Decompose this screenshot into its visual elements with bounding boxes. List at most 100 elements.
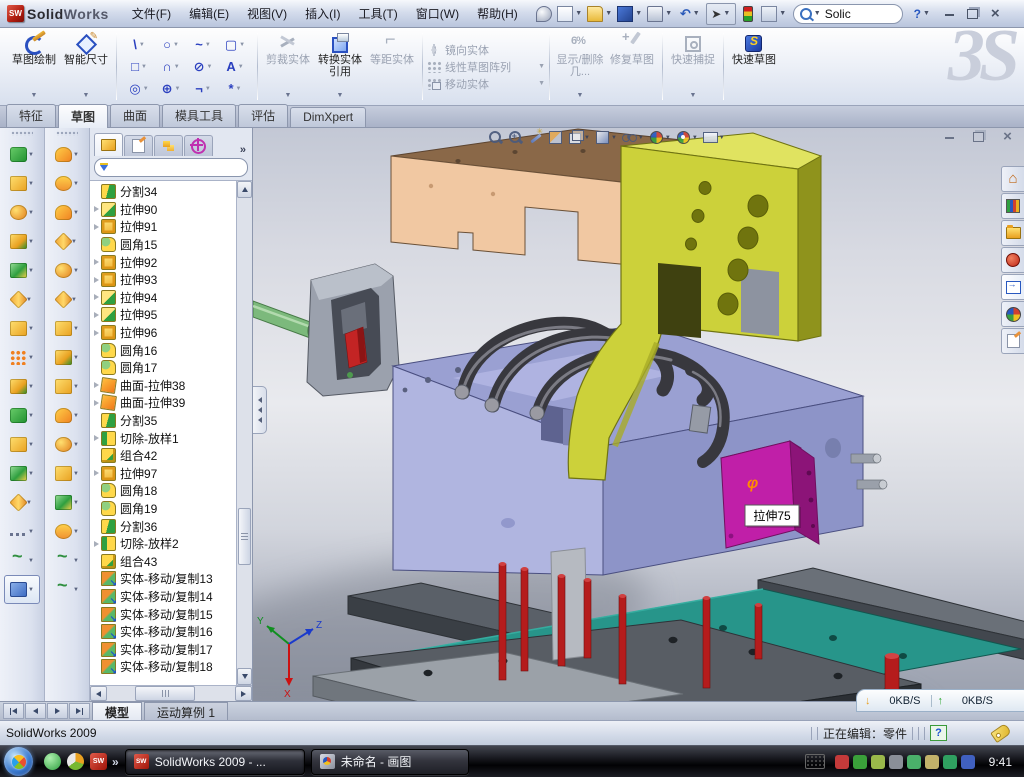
- linear-sketch-pattern-button[interactable]: 线性草图阵列▼: [427, 58, 545, 75]
- green-tube-part[interactable]: [253, 301, 318, 340]
- expand-arrow-icon[interactable]: [94, 206, 99, 212]
- command-tab[interactable]: 曲面: [110, 104, 160, 127]
- print-button[interactable]: ▼: [646, 4, 674, 24]
- feature-tree-item[interactable]: 圆角18: [93, 482, 236, 500]
- save-button[interactable]: ▼: [616, 4, 644, 24]
- feature-tree-item[interactable]: 圆角16: [93, 341, 236, 359]
- appearances-scenes-icon[interactable]: [1001, 301, 1024, 327]
- feature-tree-item[interactable]: 切除-放样2: [93, 535, 236, 553]
- feature-tool-button[interactable]: ▼: [4, 401, 40, 430]
- mold-tool-button[interactable]: ▼: [49, 198, 85, 227]
- mold-tool-button[interactable]: ▼: [49, 459, 85, 488]
- new-file-button[interactable]: ▼: [556, 4, 584, 24]
- menu-item[interactable]: 窗口(W): [407, 2, 468, 25]
- menu-item[interactable]: 视图(V): [238, 2, 296, 25]
- tag-icon[interactable]: [990, 723, 1012, 743]
- menu-item[interactable]: 工具(T): [349, 2, 406, 25]
- tab-motion-study[interactable]: 运动算例 1: [144, 702, 228, 720]
- offset-entities-button[interactable]: 等距实体: [366, 30, 418, 103]
- mold-tool-button[interactable]: ▼: [49, 169, 85, 198]
- command-tab[interactable]: 评估: [238, 104, 288, 127]
- feature-tool-button[interactable]: ▼: [4, 372, 40, 401]
- feature-tree-item[interactable]: 实体-移动/复制16: [93, 623, 236, 641]
- graphics-viewport[interactable]: φ: [253, 128, 1024, 701]
- custom-properties-icon[interactable]: [1001, 328, 1024, 354]
- expand-arrow-icon[interactable]: [94, 400, 99, 406]
- feature-tool-button[interactable]: ▼: [4, 517, 40, 546]
- taskbar-button-solidworks[interactable]: SW SolidWorks 2009 - ...: [125, 749, 305, 775]
- zoom-area-icon[interactable]: +: [508, 129, 523, 146]
- menu-item[interactable]: 插入(I): [296, 2, 349, 25]
- mold-tool-button[interactable]: ▼: [49, 372, 85, 401]
- toolbar-grip[interactable]: [11, 131, 33, 136]
- scroll-right-icon[interactable]: [235, 686, 252, 701]
- sketch-button[interactable]: 草图绘制▼: [8, 30, 60, 103]
- section-view-icon[interactable]: [548, 129, 563, 146]
- feature-tree-item[interactable]: 拉伸95: [93, 306, 236, 324]
- panel-splitter-handle[interactable]: [253, 386, 267, 434]
- mold-tool-button[interactable]: ▼: [49, 285, 85, 314]
- feature-tree-item[interactable]: 拉伸96: [93, 324, 236, 342]
- mold-tool-button[interactable]: ▼: [49, 517, 85, 546]
- sketch-entity-button[interactable]: ○▼: [155, 34, 187, 56]
- feature-tool-button[interactable]: ▼: [4, 314, 40, 343]
- sketch-entity-button[interactable]: ◎▼: [123, 78, 155, 100]
- scrollbar-thumb[interactable]: [135, 686, 195, 701]
- network-speed-widget[interactable]: ↓ 0KB/S ↑ 0KB/S: [856, 689, 1024, 712]
- feature-tree-item[interactable]: 圆角15: [93, 236, 236, 254]
- tray-icon[interactable]: [961, 755, 975, 769]
- expand-arrow-icon[interactable]: [94, 294, 99, 300]
- display-delete-relations-button[interactable]: 显示/删除几...▼: [554, 30, 606, 103]
- feature-tree-item[interactable]: 分割34: [93, 183, 236, 201]
- menu-item[interactable]: 编辑(E): [180, 2, 238, 25]
- command-tab[interactable]: DimXpert: [290, 107, 366, 127]
- feature-tree-item[interactable]: 实体-移动/复制18: [93, 658, 236, 676]
- feature-tree-item[interactable]: 圆角19: [93, 500, 236, 518]
- scroll-left-icon[interactable]: [90, 686, 107, 701]
- tab-property-manager[interactable]: [124, 135, 153, 156]
- mold-tool-button[interactable]: ▼: [49, 227, 85, 256]
- scroll-down-icon[interactable]: [237, 668, 252, 685]
- magenta-block-part[interactable]: φ: [721, 441, 819, 548]
- feature-tool-button[interactable]: ▼: [4, 546, 40, 575]
- feature-tree-item[interactable]: 实体-移动/复制14: [93, 588, 236, 606]
- mold-assembly-model[interactable]: φ: [253, 128, 1024, 701]
- mold-tool-button[interactable]: ▼: [49, 314, 85, 343]
- tray-icon[interactable]: [889, 755, 903, 769]
- feature-tree-item[interactable]: 拉伸93: [93, 271, 236, 289]
- last-tab-button[interactable]: [69, 703, 90, 719]
- feature-tree-item[interactable]: 分割36: [93, 517, 236, 535]
- rebuild-button[interactable]: [738, 4, 758, 24]
- mold-tool-button[interactable]: ▼: [49, 488, 85, 517]
- solidworks-search-icon[interactable]: [1001, 247, 1024, 273]
- first-tab-button[interactable]: [3, 703, 24, 719]
- feature-tool-button[interactable]: ▼: [4, 140, 40, 169]
- expand-arrow-icon[interactable]: [94, 382, 99, 388]
- tray-icon[interactable]: [907, 755, 921, 769]
- expand-arrow-icon[interactable]: [94, 541, 99, 547]
- sketch-entity-button[interactable]: ¬▼: [187, 78, 219, 100]
- feature-tool-button[interactable]: ▼: [4, 169, 40, 198]
- quicklaunch-solidworks-icon[interactable]: SW: [90, 753, 107, 770]
- gray-cavity-block-part[interactable]: [307, 264, 399, 396]
- expand-arrow-icon[interactable]: [94, 224, 99, 230]
- menu-item[interactable]: 帮助(H): [468, 2, 527, 25]
- mold-tool-button[interactable]: ▼: [49, 140, 85, 169]
- magic-wand-icon[interactable]: [528, 129, 543, 146]
- mold-tool-button[interactable]: ▼: [49, 343, 85, 372]
- feature-tree-item[interactable]: 组合42: [93, 447, 236, 465]
- quicklaunch-app-icon[interactable]: [67, 753, 84, 770]
- open-file-button[interactable]: ▼: [586, 4, 614, 24]
- panel-tabs-overflow[interactable]: »: [236, 144, 250, 156]
- prev-tab-button[interactable]: [25, 703, 46, 719]
- doc-restore-button[interactable]: [968, 128, 989, 145]
- tab-configuration-manager[interactable]: [154, 135, 183, 156]
- tree-horizontal-scrollbar[interactable]: [90, 685, 252, 701]
- tree-filter-input[interactable]: [94, 158, 248, 177]
- scrollbar-thumb[interactable]: [238, 508, 251, 565]
- search-value[interactable]: Solic: [825, 7, 851, 21]
- tray-icon[interactable]: [925, 755, 939, 769]
- trim-entities-button[interactable]: 剪裁实体▼: [262, 30, 314, 103]
- sketch-entity-button[interactable]: ▢▼: [219, 34, 251, 56]
- toolbar-grip[interactable]: [56, 131, 78, 136]
